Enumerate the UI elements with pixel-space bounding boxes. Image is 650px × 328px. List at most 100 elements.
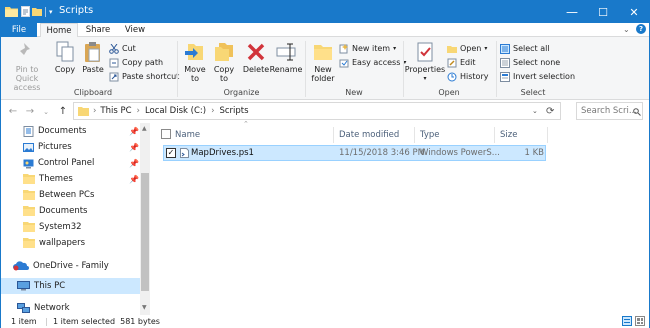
column-header-size[interactable]: Size	[500, 127, 517, 143]
column-divider[interactable]	[414, 127, 415, 143]
qat-new-folder-icon[interactable]	[32, 5, 42, 18]
select-all-icon	[500, 43, 510, 54]
cut-button[interactable]: Cut	[109, 42, 136, 55]
large-icons-view-icon[interactable]	[635, 316, 645, 326]
file-name[interactable]: MapDrives.ps1	[191, 146, 254, 160]
search-box[interactable]: Search Scri...	[576, 102, 643, 120]
sort-ascending-icon: ⌃	[243, 120, 249, 128]
details-view-icon[interactable]	[622, 316, 632, 326]
new-item-label: New item	[352, 44, 391, 53]
rename-button[interactable]: Rename	[269, 41, 303, 74]
nav-item-this-pc[interactable]: This PC	[1, 278, 140, 294]
folder-app-icon[interactable]	[5, 5, 18, 18]
nav-item-pictures[interactable]: Pictures 📌	[1, 139, 140, 155]
delete-button[interactable]: Delete	[242, 41, 270, 74]
recent-locations-chevron-icon[interactable]: ⌄	[41, 105, 51, 118]
breadcrumb-scripts[interactable]: Scripts	[219, 106, 248, 116]
nav-item-network[interactable]: Network	[1, 300, 140, 315]
easy-access-button[interactable]: Easy access ▾	[339, 56, 406, 69]
copy-to-label-2: to	[219, 74, 229, 83]
paste-shortcut-icon	[109, 72, 119, 81]
nav-item-between-pcs[interactable]: Between PCs	[1, 187, 140, 203]
up-arrow-icon[interactable]: ↑	[57, 105, 69, 118]
nav-item-documents[interactable]: Documents 📌	[1, 123, 140, 139]
select-all-checkbox[interactable]	[161, 129, 171, 139]
documents-icon	[23, 125, 34, 137]
history-button[interactable]: History	[447, 70, 488, 83]
column-divider[interactable]	[494, 127, 495, 143]
edit-label: Edit	[460, 58, 476, 67]
column-header-type[interactable]: Type	[420, 127, 440, 143]
nav-item-label: This PC	[34, 281, 66, 291]
row-checkbox-checked-icon[interactable]: ✓	[166, 148, 176, 158]
qat-customize-icon[interactable]: ▾	[49, 5, 53, 18]
nav-item-wallpapers[interactable]: wallpapers	[1, 235, 140, 251]
close-button[interactable]: ✕	[619, 1, 649, 23]
status-selection: 1 item selected 581 bytes	[53, 317, 160, 326]
nav-item-documents-folder[interactable]: Documents	[1, 203, 140, 219]
breadcrumb-local-disk[interactable]: Local Disk (C:)	[145, 106, 206, 116]
pin-icon[interactable]: 📌	[129, 159, 139, 168]
scroll-down-arrow-icon[interactable]: ▼	[142, 304, 147, 311]
tab-home[interactable]: Home	[40, 23, 78, 38]
pin-icon	[17, 43, 30, 58]
select-all-button[interactable]: Select all	[500, 42, 550, 55]
copy-path-button[interactable]: Copy path	[109, 56, 163, 69]
minimize-button[interactable]: —	[557, 1, 587, 23]
rename-label: Rename	[269, 65, 303, 74]
scroll-up-arrow-icon[interactable]: ▲	[142, 125, 147, 132]
column-divider[interactable]	[547, 127, 548, 143]
nav-item-control-panel[interactable]: Control Panel 📌	[1, 155, 140, 171]
copy-to-button[interactable]: Copy to	[211, 41, 237, 83]
address-bar[interactable]: › This PC › Local Disk (C:) › Scripts ⌄ …	[73, 102, 561, 120]
move-to-label-1: Move	[184, 65, 206, 74]
new-folder-button[interactable]: New folder	[309, 41, 337, 83]
network-icon	[17, 302, 30, 313]
folder-icon	[23, 174, 35, 184]
invert-selection-label: Invert selection	[513, 72, 576, 81]
maximize-button[interactable]: ☐	[588, 1, 618, 23]
open-button[interactable]: Open ▾	[447, 42, 487, 55]
column-header-date-modified[interactable]: Date modified	[339, 127, 399, 143]
select-none-button[interactable]: Select none	[500, 56, 560, 69]
help-icon[interactable]: ?	[636, 24, 646, 34]
paste-button[interactable]: Paste	[81, 41, 105, 74]
nav-item-label: Pictures	[38, 142, 72, 152]
invert-selection-icon	[500, 71, 510, 82]
pin-icon[interactable]: 📌	[129, 175, 139, 184]
paste-shortcut-button[interactable]: Paste shortcut	[109, 70, 179, 83]
pin-to-quick-access-button[interactable]: Pin to Quick access	[5, 41, 49, 92]
address-dropdown-icon[interactable]: ⌄	[532, 107, 538, 115]
pin-icon[interactable]: 📌	[129, 143, 139, 152]
file-date-modified: 11/15/2018 3:46 PM	[339, 148, 425, 158]
cut-label: Cut	[122, 44, 136, 53]
expand-ribbon-icon[interactable]: ⌄	[623, 25, 630, 34]
qat-properties-icon[interactable]	[21, 5, 30, 18]
folder-icon	[23, 238, 35, 248]
tab-share[interactable]: Share	[81, 23, 115, 37]
title-bar[interactable]: ▾ Scripts — ☐ ✕	[1, 1, 649, 23]
edit-button[interactable]: Edit	[447, 56, 476, 69]
nav-pane-scrollbar[interactable]: ▲ ▼	[140, 123, 150, 315]
powershell-script-icon	[180, 148, 189, 158]
move-to-button[interactable]: Move to	[182, 41, 208, 83]
invert-selection-button[interactable]: Invert selection	[500, 70, 575, 83]
forward-arrow-icon[interactable]: →	[24, 105, 36, 118]
breadcrumb-this-pc[interactable]: This PC	[100, 106, 131, 116]
properties-button[interactable]: Properties ▾	[405, 41, 445, 83]
new-item-button[interactable]: New item ▾	[339, 42, 396, 55]
scrollbar-thumb[interactable]	[141, 173, 149, 291]
copy-button[interactable]: Copy	[53, 41, 77, 74]
control-panel-icon	[23, 159, 34, 168]
column-divider[interactable]	[333, 127, 334, 143]
nav-item-onedrive-family[interactable]: OneDrive - Family	[1, 258, 140, 274]
tab-file[interactable]: File	[1, 23, 37, 37]
back-arrow-icon[interactable]: ←	[7, 105, 19, 118]
nav-item-system32[interactable]: System32	[1, 219, 140, 235]
column-header-name[interactable]: Name	[175, 127, 200, 143]
refresh-icon[interactable]: ⟳	[546, 106, 554, 117]
tab-view[interactable]: View	[118, 23, 152, 37]
nav-item-themes[interactable]: Themes 📌	[1, 171, 140, 187]
table-row[interactable]: ✓ MapDrives.ps1 11/15/2018 3:46 PM Windo…	[163, 145, 546, 161]
pin-icon[interactable]: 📌	[129, 127, 139, 136]
